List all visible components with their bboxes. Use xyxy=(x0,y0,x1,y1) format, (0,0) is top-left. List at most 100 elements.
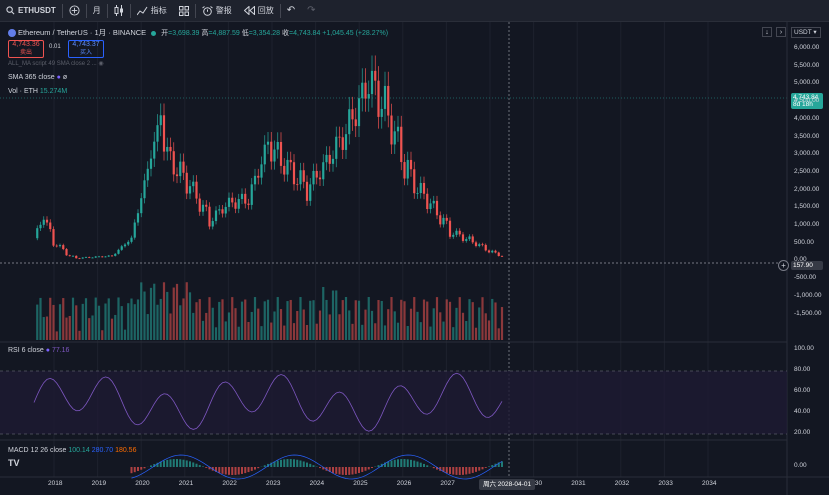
macd-bar xyxy=(224,467,227,475)
volume-bar xyxy=(500,307,504,340)
macd-bar xyxy=(406,459,409,467)
time-axis-label: 2034 xyxy=(702,480,717,487)
candle-body xyxy=(127,241,130,245)
sma-legend[interactable]: SMA 365 close ● ø xyxy=(8,74,67,81)
candle-body xyxy=(348,109,351,135)
chart-type-button[interactable] xyxy=(108,0,130,22)
candle-body xyxy=(42,219,45,225)
macd-bar xyxy=(137,467,139,471)
volume-bar xyxy=(185,282,188,340)
macd-bar xyxy=(341,467,344,475)
macd-bar xyxy=(377,465,380,467)
volume-bar xyxy=(419,322,422,340)
templates-button[interactable] xyxy=(173,0,195,22)
volume-bar xyxy=(62,298,65,340)
undo-icon: ↶ xyxy=(286,5,296,16)
candle-body xyxy=(250,184,253,205)
macd-bar xyxy=(283,459,286,467)
alerts-label: 警报 xyxy=(215,6,232,15)
candle-body xyxy=(175,174,179,177)
volume-bar xyxy=(195,302,198,340)
sell-price: 4,743.36 xyxy=(12,41,40,48)
candle-body xyxy=(84,257,88,258)
macd-legend[interactable]: MACD 12 26 close 100.14 280.70 180.56 xyxy=(8,447,136,454)
candle-body xyxy=(344,134,348,150)
macd-bar xyxy=(250,467,253,471)
macd-signal-value: 180.56 xyxy=(115,447,137,454)
volume-bar xyxy=(289,299,292,340)
volume-bar xyxy=(305,324,309,340)
plus-circle-icon xyxy=(69,5,80,16)
symbol-search-button[interactable]: ETHUSDT xyxy=(0,0,62,22)
price-axis-label: 2,000.00 xyxy=(794,185,820,193)
candle-body xyxy=(419,182,422,194)
volume-legend[interactable]: Vol · ETH 15.274M xyxy=(8,88,67,95)
time-axis-label: 2019 xyxy=(91,480,107,487)
candle-body xyxy=(244,193,247,204)
macd-bar xyxy=(371,467,373,469)
macd-bar xyxy=(172,459,175,467)
time-axis-label: 2027 xyxy=(440,480,455,487)
volume-bar xyxy=(120,306,123,340)
volume-bar xyxy=(39,297,42,340)
candle-body xyxy=(62,245,65,250)
volume-bar xyxy=(474,327,478,340)
macd-bar xyxy=(263,465,266,467)
undo-button[interactable]: ↶ xyxy=(281,0,301,22)
candle-body xyxy=(289,159,292,163)
download-icon[interactable]: ↓ xyxy=(762,27,772,37)
chart-area[interactable]: Ethereum / TetherUS · 1月 · BINANCE 开=3,6… xyxy=(0,22,829,495)
macd-bar xyxy=(166,459,169,467)
macd-bar xyxy=(338,467,341,475)
volume-bar xyxy=(328,314,331,340)
volume-bar xyxy=(208,297,211,340)
candle-body xyxy=(302,170,305,182)
volume-bar xyxy=(237,326,240,340)
macd-bar xyxy=(289,459,292,467)
chevron-right-icon[interactable]: › xyxy=(776,27,786,37)
rsi-legend[interactable]: RSI 6 close ● 77.16 xyxy=(8,347,69,354)
candle-body xyxy=(71,255,75,257)
tradingview-logo: TV xyxy=(8,458,20,468)
candle-body xyxy=(328,154,331,164)
volume-bar xyxy=(367,297,370,340)
macd-bar xyxy=(280,459,282,467)
replay-button[interactable]: 回放 xyxy=(238,0,280,22)
volume-bar xyxy=(94,297,97,340)
alerts-button[interactable]: 警报 xyxy=(196,0,238,22)
interval-button[interactable]: 月 xyxy=(87,0,107,22)
macd-bar xyxy=(465,467,468,475)
candle-body xyxy=(286,159,289,175)
time-axis-label: 2024 xyxy=(309,480,325,487)
volume-bar xyxy=(400,299,403,340)
buy-button[interactable]: 4,743.37 买入 xyxy=(68,40,104,58)
compare-button[interactable] xyxy=(63,0,86,22)
sell-button[interactable]: 4,743.36 卖出 xyxy=(8,40,44,58)
volume-bar xyxy=(234,308,237,340)
search-icon xyxy=(6,6,15,15)
candle-body xyxy=(221,209,224,214)
script-legend[interactable]: ALL_MA script 49 SMA close 2 ... ◉ xyxy=(8,60,104,67)
candle-body xyxy=(166,146,169,152)
redo-icon: ↷ xyxy=(307,5,316,16)
macd-bar xyxy=(445,467,448,474)
candle-body xyxy=(94,256,97,258)
price-axis-label: -1,500.00 xyxy=(794,309,822,317)
indicators-button[interactable]: 指标 xyxy=(131,0,173,22)
candle-body xyxy=(403,162,406,179)
volume-bar xyxy=(370,310,374,340)
chart-canvas[interactable] xyxy=(0,22,829,495)
candle-body xyxy=(396,126,400,132)
macd-bar xyxy=(189,461,191,467)
candle-body xyxy=(400,126,403,163)
price-axis-label: 2,500.00 xyxy=(794,167,820,175)
volume-bar xyxy=(130,298,133,340)
candle-body xyxy=(474,242,478,246)
macd-bar xyxy=(276,460,279,467)
currency-button[interactable]: USDT ▾ xyxy=(791,27,821,38)
macd-bar xyxy=(348,467,351,475)
redo-button[interactable]: ↷ xyxy=(301,0,321,22)
pane-backgrounds xyxy=(0,22,829,495)
volume-bar xyxy=(497,328,500,340)
add-alert-plus-icon[interactable]: + xyxy=(778,260,789,271)
